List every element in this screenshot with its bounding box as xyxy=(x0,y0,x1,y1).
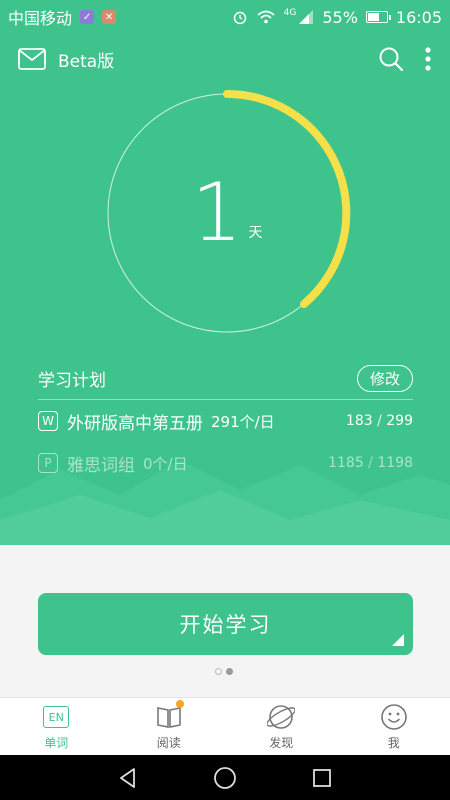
book-tag: W xyxy=(38,411,58,431)
signal-icon xyxy=(299,10,314,24)
network-type: 4G xyxy=(283,8,297,18)
clock: 16:05 xyxy=(395,7,442,27)
book-tag: P xyxy=(38,453,58,473)
search-icon[interactable] xyxy=(378,46,404,72)
en-icon-label: EN xyxy=(43,706,70,728)
book-icon xyxy=(154,700,184,732)
book-done: 183 xyxy=(345,413,373,429)
book-rate: 291个/日 xyxy=(211,412,275,431)
planet-icon xyxy=(266,702,296,732)
tab-reading[interactable]: 阅读 xyxy=(113,698,226,755)
status-right: 4G 55% 16:05 xyxy=(232,8,442,27)
app-title: Beta版 xyxy=(58,51,115,72)
notification-dot xyxy=(175,700,184,708)
app-notification-icon: ✕ xyxy=(102,10,117,24)
tab-label: 单词 xyxy=(44,736,69,750)
book-total: 1198 xyxy=(377,455,413,471)
status-bar: 中国移动 ✓ ✕ 4G 55% 16:05 xyxy=(0,0,450,34)
study-plan-header: 学习计划 修改 xyxy=(38,365,413,400)
more-vertical-icon[interactable] xyxy=(424,46,432,72)
days-unit: 天 xyxy=(248,225,263,241)
book-sep: / xyxy=(372,413,387,429)
alarm-icon xyxy=(233,11,246,25)
book-total: 299 xyxy=(386,413,413,429)
app-root: 中国移动 ✓ ✕ 4G 55% 16:05 Beta版 1 天 学习计划 修改 … xyxy=(0,0,450,800)
bottom-tab-bar: EN 单词 阅读 发现 我 xyxy=(0,697,450,755)
book-name: 雅思词组 xyxy=(67,455,135,476)
page-dot-active[interactable] xyxy=(226,668,233,675)
book-progress: 183 / 299 xyxy=(346,413,413,429)
tab-label: 发现 xyxy=(269,736,294,750)
book-row[interactable]: P 雅思词组 0个/日 1185 / 1198 xyxy=(38,442,413,484)
tab-me[interactable]: 我 xyxy=(338,698,450,755)
book-row[interactable]: W 外研版高中第五册 291个/日 183 / 299 xyxy=(38,400,413,442)
recents-icon[interactable] xyxy=(311,767,333,789)
start-learning-label: 开始学习 xyxy=(179,613,272,637)
book-rate: 0个/日 xyxy=(143,454,188,473)
back-icon[interactable] xyxy=(117,767,139,789)
corner-triangle-icon xyxy=(392,634,404,646)
book-sep: / xyxy=(363,455,378,471)
header-actions xyxy=(378,46,432,72)
battery-percent: 55% xyxy=(322,7,358,27)
study-plan: 学习计划 修改 W 外研版高中第五册 291个/日 183 / 299 P 雅思… xyxy=(38,365,413,484)
home-icon[interactable] xyxy=(213,766,237,790)
tab-label: 阅读 xyxy=(156,736,181,750)
days-number: 1 xyxy=(191,166,243,259)
study-plan-title: 学习计划 xyxy=(38,371,106,391)
days-counter: 1 天 xyxy=(103,89,351,337)
mail-icon[interactable] xyxy=(18,48,46,70)
en-icon: EN xyxy=(41,702,71,732)
wifi-icon xyxy=(257,10,275,24)
tab-words[interactable]: EN 单词 xyxy=(0,698,113,755)
start-learning-button[interactable]: 开始学习 xyxy=(38,593,413,655)
tab-label: 我 xyxy=(387,736,400,750)
page-indicator xyxy=(215,668,233,675)
carrier-label: 中国移动 xyxy=(8,9,73,28)
page-dot[interactable] xyxy=(215,668,222,675)
book-progress: 1185 / 1198 xyxy=(328,455,413,471)
smiley-icon xyxy=(379,702,409,732)
tab-discover[interactable]: 发现 xyxy=(225,698,338,755)
notification-icon: ✓ xyxy=(80,10,95,24)
book-name: 外研版高中第五册 xyxy=(67,413,203,434)
edit-plan-button[interactable]: 修改 xyxy=(356,365,413,392)
app-header: Beta版 xyxy=(0,38,450,80)
system-nav-bar xyxy=(0,755,450,800)
battery-icon xyxy=(365,11,391,23)
book-done: 1185 xyxy=(328,455,364,471)
